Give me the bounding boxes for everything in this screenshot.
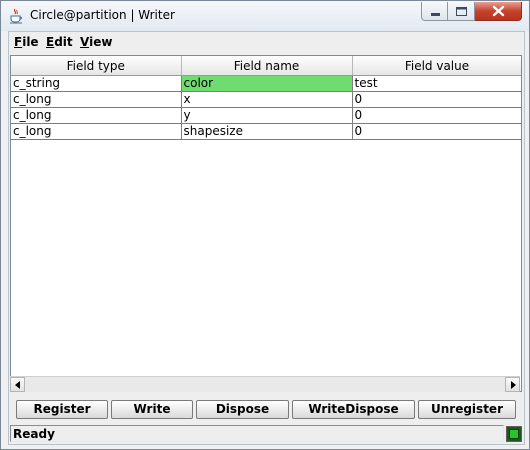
menu-file[interactable]: File — [14, 35, 39, 49]
horizontal-scrollbar[interactable] — [10, 376, 520, 392]
maximize-icon — [456, 7, 467, 16]
menu-view[interactable]: View — [80, 35, 112, 49]
column-header-field-name[interactable]: Field name — [181, 56, 353, 76]
table-header-row: Field type Field name Field value — [11, 56, 521, 76]
column-header-field-value[interactable]: Field value — [352, 56, 521, 76]
table-row[interactable]: c_long y 0 — [11, 107, 521, 124]
cell-field-type[interactable]: c_string — [11, 75, 182, 92]
table-row[interactable]: c_long x 0 — [11, 91, 521, 108]
cell-field-name[interactable]: x — [181, 91, 353, 108]
minimize-icon — [431, 13, 440, 16]
window-title: Circle@partition | Writer — [30, 8, 175, 22]
cell-field-type[interactable]: c_long — [11, 91, 182, 108]
cell-field-value[interactable]: 0 — [352, 107, 521, 124]
status-text: Ready — [13, 427, 55, 441]
scroll-right-button[interactable] — [505, 377, 520, 392]
status-bar: Ready — [10, 425, 504, 442]
cell-field-type[interactable]: c_long — [11, 123, 182, 140]
dispose-button[interactable]: Dispose — [196, 400, 289, 419]
unregister-button[interactable]: Unregister — [418, 400, 516, 419]
write-button[interactable]: Write — [111, 400, 193, 419]
java-cup-icon — [9, 8, 23, 24]
maximize-button[interactable] — [448, 2, 475, 21]
arrow-left-icon — [15, 381, 20, 389]
cell-field-value[interactable]: 0 — [352, 123, 521, 140]
cell-field-type[interactable]: c_long — [11, 107, 182, 124]
column-header-field-type[interactable]: Field type — [11, 56, 182, 76]
cell-field-value[interactable]: test — [352, 75, 521, 92]
writer-window: Circle@partition | Writer File Edit View — [0, 0, 530, 450]
table-row[interactable]: c_long shapesize 0 — [11, 123, 521, 140]
close-button[interactable] — [475, 2, 522, 21]
cell-field-name[interactable]: y — [181, 107, 353, 124]
register-button[interactable]: Register — [16, 400, 108, 419]
cell-field-name[interactable]: color — [181, 75, 353, 92]
fields-table: Field type Field name Field value c_stri… — [11, 56, 521, 140]
fields-table-panel: Field type Field name Field value c_stri… — [10, 55, 522, 392]
status-indicator-icon — [506, 426, 522, 442]
minimize-button[interactable] — [421, 2, 448, 21]
close-icon — [492, 5, 505, 17]
cell-field-name[interactable]: shapesize — [181, 123, 353, 140]
menu-bar: File Edit View — [9, 32, 524, 53]
status-indicator-light — [509, 429, 519, 439]
table-row[interactable]: c_string color test — [11, 75, 521, 92]
scroll-left-button[interactable] — [10, 377, 25, 392]
arrow-right-icon — [511, 381, 516, 389]
title-bar[interactable]: Circle@partition | Writer — [1, 1, 529, 31]
write-dispose-button[interactable]: WriteDispose — [292, 400, 415, 419]
menu-edit[interactable]: Edit — [46, 35, 73, 49]
cell-field-value[interactable]: 0 — [352, 91, 521, 108]
client-area: File Edit View Field type Field name Fie… — [8, 31, 525, 445]
